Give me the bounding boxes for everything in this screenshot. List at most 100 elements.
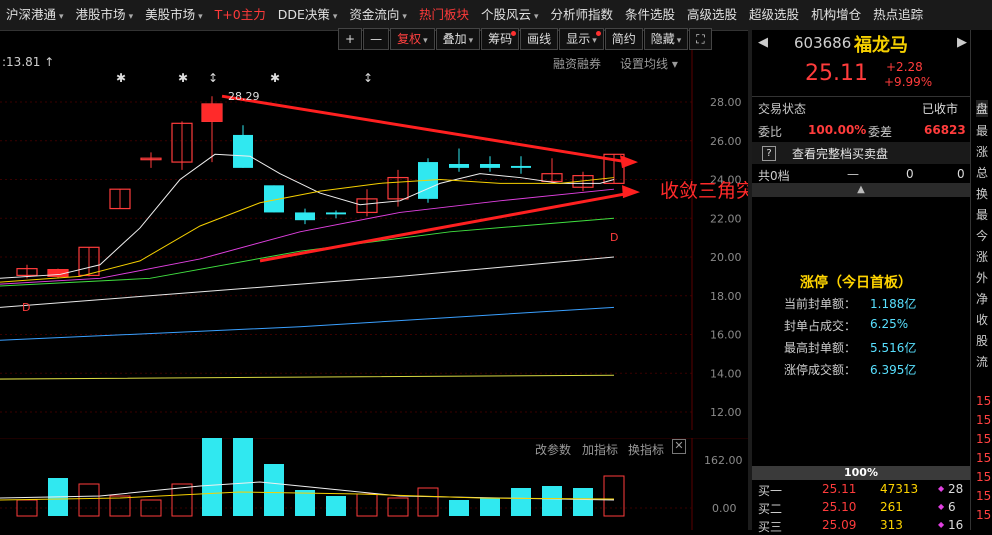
chevron-down-icon: ▾ bbox=[592, 36, 597, 46]
full-book-link[interactable]: 查看完整档买卖盘 bbox=[792, 145, 888, 162]
switch-indicator-button[interactable]: 换指标 bbox=[628, 441, 664, 458]
zhangting-title: 涨停（今日首板） bbox=[800, 275, 912, 291]
trade-status-label: 交易状态 bbox=[758, 102, 807, 116]
yincang-button[interactable]: 隐藏 ▾ bbox=[643, 28, 689, 50]
chevron-down-icon: ▾ bbox=[402, 12, 407, 22]
bid-n: 6 bbox=[948, 500, 956, 514]
collapse-toggle-icon[interactable]: ▲ bbox=[752, 183, 970, 197]
volume-bar-up bbox=[356, 493, 378, 517]
side-number: 15 bbox=[976, 432, 992, 446]
panel-divider[interactable] bbox=[748, 30, 752, 530]
zoom-out-button[interactable]: — bbox=[363, 28, 390, 50]
pin-icon: ↕ bbox=[208, 71, 218, 85]
side-number: 15 bbox=[976, 451, 992, 465]
candle-body-down bbox=[449, 164, 469, 168]
diamond-icon: ◆ bbox=[938, 502, 945, 511]
menu-item-label: 热门板块 bbox=[418, 7, 469, 22]
bid-n: 28 bbox=[948, 482, 964, 496]
ma120-line bbox=[0, 306, 615, 341]
menu-item-10[interactable]: 高级选股 bbox=[681, 0, 743, 30]
bid-vol: 261 bbox=[880, 500, 903, 514]
volume-chart[interactable]: 162.00 0.00 改参数 加指标 换指标 ✕ bbox=[0, 438, 748, 530]
chouma-label: 筹码 bbox=[488, 32, 513, 46]
chevron-down-icon: ▾ bbox=[332, 12, 338, 22]
d-marker: D bbox=[610, 231, 618, 244]
change-params-button[interactable]: 改参数 bbox=[535, 441, 571, 458]
help-icon[interactable]: ? bbox=[762, 146, 776, 161]
side-tab[interactable]: 盘 bbox=[976, 100, 989, 117]
pin-icon: ↕ bbox=[363, 71, 373, 85]
menu-item-3[interactable]: T+0主力 bbox=[209, 0, 272, 30]
fuquan-button[interactable]: 复权 ▾ bbox=[390, 28, 435, 50]
trend-line-upper bbox=[221, 94, 629, 164]
notification-dot-icon bbox=[595, 31, 601, 36]
side-label: 净 bbox=[976, 292, 989, 306]
last-price: 25.11 bbox=[805, 61, 868, 86]
stat-value: 1.188亿 bbox=[870, 297, 917, 311]
chouma-button[interactable]: 筹码 bbox=[481, 28, 520, 50]
side-label: 涨 bbox=[976, 145, 989, 159]
levels-count: 共0档 bbox=[758, 169, 790, 183]
vol-y-tick: 0.00 bbox=[712, 502, 737, 515]
side-number: 15 bbox=[976, 394, 992, 408]
add-indicator-button[interactable]: 加指标 bbox=[582, 441, 618, 458]
menu-item-4[interactable]: DDE决策 ▾ bbox=[272, 0, 344, 30]
menu-item-2[interactable]: 美股市场 ▾ bbox=[139, 0, 209, 30]
menu-item-12[interactable]: 机构增仓 bbox=[805, 0, 867, 30]
menu-item-1[interactable]: 港股市场 ▾ bbox=[70, 0, 140, 30]
menu-item-0[interactable]: 沪深港通 ▾ bbox=[0, 0, 70, 30]
kline-chart[interactable]: :13.81 ↑ 融资融券 设置均线 ▾ 28.00 26.00 24.00 22.0… bbox=[0, 50, 774, 430]
candle-body-down bbox=[295, 212, 315, 221]
volume-bar-down bbox=[326, 496, 346, 516]
side-number: 15 bbox=[976, 508, 992, 522]
yincang-label: 隐藏 bbox=[650, 32, 675, 46]
expand-icon[interactable]: ⛶ bbox=[689, 28, 712, 50]
menu-item-9[interactable]: 条件选股 bbox=[619, 0, 681, 30]
chevron-down-icon: ▾ bbox=[468, 36, 474, 46]
price-change: +2.28 bbox=[886, 60, 923, 74]
xianshi-button[interactable]: 显示 ▾ bbox=[559, 28, 604, 50]
zoom-in-button[interactable]: + bbox=[338, 28, 363, 50]
bid-price: 25.11 bbox=[822, 482, 857, 496]
menu-item-7[interactable]: 个股风云 ▾ bbox=[475, 0, 545, 30]
menu-item-label: 高级选股 bbox=[687, 7, 738, 22]
bid-label: 买一 bbox=[758, 484, 783, 498]
side-label: 股 bbox=[976, 334, 989, 348]
jianyue-button[interactable]: 简约 bbox=[604, 28, 643, 50]
volume-bar-up bbox=[417, 487, 439, 517]
stat-label: 最高封单额： bbox=[784, 341, 857, 355]
y-tick-label: 16.00 bbox=[710, 329, 742, 342]
huaxian-button[interactable]: 画线 bbox=[520, 28, 559, 50]
side-label: 流 bbox=[976, 355, 989, 369]
diejia-button[interactable]: 叠加 ▾ bbox=[435, 28, 481, 50]
menu-item-13[interactable]: 热点追踪 bbox=[867, 0, 929, 30]
volume-bar-down bbox=[233, 438, 253, 516]
levels-zero-2: 0 bbox=[957, 167, 965, 181]
stat-label: 封单占成交： bbox=[784, 319, 857, 333]
limit-up-candle bbox=[202, 103, 222, 122]
y-tick-label: 22.00 bbox=[710, 212, 742, 225]
candle-body-down bbox=[511, 165, 531, 168]
divider bbox=[752, 96, 970, 97]
menu-item-label: DDE决策 bbox=[277, 7, 330, 22]
volume-bar-down bbox=[295, 490, 315, 516]
prev-stock-icon[interactable]: ◀ bbox=[758, 35, 768, 50]
menu-item-8[interactable]: 分析师指数 bbox=[545, 0, 620, 30]
menu-item-6[interactable]: 热门板块 bbox=[413, 0, 475, 30]
volume-bar-down bbox=[573, 488, 593, 516]
close-icon[interactable]: ✕ bbox=[672, 439, 686, 454]
diamond-icon: ◆ bbox=[938, 484, 945, 493]
menu-item-11[interactable]: 超级选股 bbox=[743, 0, 805, 30]
top-menu-bar: 沪深港通 ▾ 港股市场 ▾ 美股市场 ▾ T+0主力 DDE决策 ▾ 资金流向 ▾ 热门板块 个股风云 ▾… bbox=[0, 0, 992, 31]
price-change-pct: +9.99% bbox=[884, 75, 933, 89]
next-stock-icon[interactable]: ▶ bbox=[957, 35, 967, 50]
notification-dot-icon bbox=[511, 31, 517, 36]
menu-item-label: 热点追踪 bbox=[873, 7, 924, 22]
chart-toolbar: + — 复权 ▾ 叠加 ▾ 筹码 画线 显示 ▾ 简约 隐藏 ▾ ⛶ bbox=[338, 28, 713, 50]
diamond-icon: ◆ bbox=[938, 520, 945, 529]
trade-status-value: 已收市 bbox=[922, 102, 959, 116]
stat-label: 涨停成交额： bbox=[784, 363, 857, 377]
menu-item-5[interactable]: 资金流向 ▾ bbox=[343, 0, 413, 30]
menu-item-label: 港股市场 bbox=[75, 7, 126, 22]
volume-bar-up bbox=[109, 495, 131, 517]
